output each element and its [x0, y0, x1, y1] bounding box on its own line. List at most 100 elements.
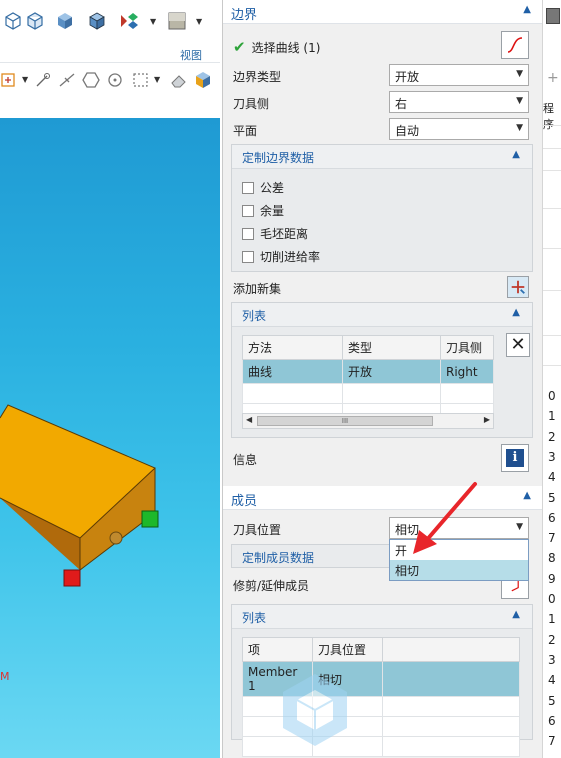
horizontal-scrollbar[interactable]: ◀ III ▶	[242, 413, 494, 429]
blank-distance-label: 毛坯距离	[260, 227, 309, 241]
wireframe-box-icon[interactable]	[2, 10, 24, 32]
column-header	[382, 637, 520, 662]
chevron-down-icon: ▼	[516, 522, 523, 532]
row-number: 6	[548, 713, 556, 728]
add-new-set-label: 添加新集	[233, 282, 282, 296]
checkmark-icon: ✔	[233, 38, 246, 56]
selection-toolbar: ▼ ▼	[0, 62, 220, 118]
box-select-icon[interactable]	[130, 69, 152, 91]
row-number: 5	[548, 693, 556, 708]
cut-feed-label: 切削进给率	[260, 250, 321, 264]
row-number: 1	[548, 409, 556, 424]
snap-point-icon[interactable]	[0, 69, 22, 91]
boundary-list-title: 列表	[242, 309, 267, 323]
midpoint-icon[interactable]	[56, 69, 78, 91]
row-number: 9	[548, 571, 556, 586]
table-cell: 曲线	[242, 359, 343, 384]
tool-sphere	[109, 531, 123, 545]
endpoint-icon[interactable]	[32, 69, 54, 91]
tolerance-checkbox[interactable]: 公差	[242, 179, 284, 196]
shaded-box-icon[interactable]	[54, 10, 76, 32]
collapse-caret-icon[interactable]: ▲	[512, 307, 520, 318]
annotation-arrow-icon	[413, 482, 477, 554]
eraser-icon[interactable]	[168, 69, 190, 91]
custom-boundary-data-header[interactable]: 定制边界数据 ▲	[232, 145, 532, 169]
hidden-edge-box-icon[interactable]	[24, 10, 46, 32]
add-new-set-button[interactable]	[507, 276, 529, 298]
snap-dropdown-icon[interactable]: ▼	[22, 75, 28, 84]
add-set-icon	[511, 280, 525, 294]
plane-select[interactable]: 自动 ▼	[389, 118, 529, 140]
column-header[interactable]: 刀具位置	[312, 637, 383, 662]
cut-feed-checkbox[interactable]: 切削进给率	[242, 248, 320, 265]
watermark-logo-icon	[283, 674, 347, 746]
table-row	[242, 383, 494, 404]
row-number: 1	[548, 612, 556, 627]
view-group-label: 视图	[180, 49, 202, 62]
collapse-caret-icon[interactable]: ▲	[512, 609, 520, 620]
collapse-caret-icon[interactable]: ▲	[512, 149, 520, 160]
plane-value: 自动	[395, 124, 420, 138]
boundary-group-header[interactable]: 边界 ▲	[223, 0, 543, 24]
member-list-title: 列表	[242, 611, 267, 625]
background-dropdown-icon[interactable]: ▼	[196, 17, 202, 26]
tool-side-label: 刀具侧	[233, 97, 270, 111]
column-header[interactable]: 类型	[342, 335, 441, 360]
custom-member-data-label: 定制成员数据	[242, 551, 315, 565]
navigator-strip: + 程序 0 1 2 3 4 5 6 7 8 9 0 1 2 3 4 5 6 7	[542, 0, 561, 758]
table-row[interactable]: 曲线 开放 Right	[242, 359, 494, 384]
curve-button[interactable]	[501, 31, 529, 59]
select-curve-row[interactable]: ✔ 选择曲线 (1)	[233, 38, 320, 56]
hexagon-icon[interactable]	[80, 69, 102, 91]
column-header[interactable]: 刀具侧	[440, 335, 494, 360]
row-number: 0	[548, 389, 556, 403]
tool-side-select[interactable]: 右 ▼	[389, 91, 529, 113]
graphics-viewport[interactable]: M	[0, 118, 220, 758]
table-cell: Right	[440, 359, 494, 384]
scroll-left-icon[interactable]: ◀	[246, 415, 252, 424]
render-style-icon[interactable]	[118, 10, 140, 32]
row-number: 4	[548, 470, 556, 485]
boundary-list-panel: 列表 ▲ 方法 类型 刀具侧 曲线 开放 Right ◀ III ▶ ✕	[231, 302, 533, 438]
row-number: 5	[548, 490, 556, 505]
boundary-list-header[interactable]: 列表 ▲	[232, 303, 532, 327]
scroll-thumb[interactable]: III	[257, 416, 433, 426]
tool-side-value: 右	[395, 97, 408, 111]
collapse-caret-icon[interactable]: ▲	[523, 490, 531, 501]
column-header[interactable]: 项	[242, 637, 313, 662]
boundary-type-select[interactable]: 开放 ▼	[389, 64, 529, 86]
blank-distance-checkbox[interactable]: 毛坯距离	[242, 225, 308, 242]
chevron-down-icon: ▼	[516, 69, 523, 79]
scroll-right-icon[interactable]: ▶	[484, 415, 490, 424]
delete-button[interactable]: ✕	[506, 333, 530, 357]
collapse-caret-icon[interactable]: ▲	[523, 4, 531, 15]
members-group-header[interactable]: 成员 ▲	[223, 486, 543, 510]
plus-icon[interactable]: +	[547, 70, 559, 86]
info-button[interactable]: i	[501, 444, 529, 472]
row-number: 7	[548, 734, 556, 749]
center-point-icon[interactable]	[104, 69, 126, 91]
member-list-header[interactable]: 列表 ▲	[232, 605, 532, 629]
navigator-tab-icon[interactable]	[546, 8, 560, 24]
column-header[interactable]: 方法	[242, 335, 343, 360]
custom-member-data-panel[interactable]: 定制成员数据	[231, 544, 391, 568]
background-icon[interactable]	[166, 10, 188, 32]
curve-icon	[507, 37, 523, 53]
shaded-edges-box-icon[interactable]	[86, 10, 108, 32]
boundary-dialog: 边界 ▲ ✔ 选择曲线 (1) 边界类型 开放 ▼ 刀具侧 右 ▼ 平面 自动 …	[222, 0, 543, 758]
select-dropdown-icon[interactable]: ▼	[154, 75, 160, 84]
dropdown-option-selected[interactable]: 相切	[390, 560, 528, 580]
row-number: 4	[548, 673, 556, 688]
solid-cube-icon[interactable]	[192, 69, 214, 91]
row-number: 0	[548, 592, 556, 606]
info-icon: i	[506, 449, 524, 467]
tool-position-label: 刀具位置	[233, 523, 282, 537]
csys-label: M	[0, 670, 10, 683]
select-curve-label: 选择曲线 (1)	[251, 40, 321, 55]
stock-checkbox[interactable]: 余量	[242, 202, 284, 219]
boundary-group-title: 边界	[231, 8, 258, 23]
trim-extend-label: 修剪/延伸成员	[233, 579, 310, 593]
info-label: 信息	[233, 453, 258, 467]
render-style-dropdown-icon[interactable]: ▼	[150, 17, 156, 26]
row-number: 7	[548, 531, 556, 546]
